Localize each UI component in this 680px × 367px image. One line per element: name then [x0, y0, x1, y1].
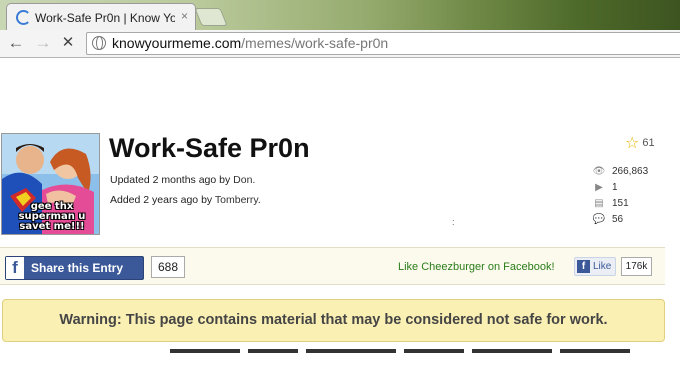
tab-close-icon[interactable]: × [181, 9, 188, 23]
url-path: /memes/work-safe-pr0n [241, 35, 389, 51]
entry-stats: 👁 266,863 ▶ 1 ▤ 151 💬 56 [592, 166, 649, 230]
entry-thumbnail[interactable]: gee thx superman u savet me!!! [1, 133, 100, 235]
new-tab-button[interactable] [194, 8, 228, 26]
address-bar[interactable]: knowyourmeme.com/memes/work-safe-pr0n [86, 32, 680, 55]
url-text[interactable]: knowyourmeme.com/memes/work-safe-pr0n [112, 35, 388, 51]
like-count: 176k [621, 257, 652, 276]
added-line: Added 2 years ago by Tomberry. [110, 194, 261, 206]
facebook-like-icon: f [577, 260, 590, 273]
globe-icon [92, 36, 106, 50]
stat-views: 👁 266,863 [592, 166, 649, 182]
images-icon: ▤ [594, 198, 604, 209]
stat-comments[interactable]: 💬 56 [592, 214, 648, 230]
cursor-mark: : [452, 217, 455, 227]
browser-toolbar: ← → ✕ knowyourmeme.com/memes/work-safe-p… [0, 30, 680, 58]
loading-spinner-icon [16, 10, 31, 25]
browser-tab[interactable]: Work-Safe Pr0n | Know You × [6, 3, 196, 31]
added-by-link[interactable]: Tomberry. [215, 194, 261, 206]
favorite-count: 61 [642, 137, 655, 149]
back-button[interactable]: ← [6, 32, 26, 54]
updated-by-link[interactable]: Don. [233, 174, 255, 186]
forward-button[interactable]: → [33, 32, 53, 54]
comments-icon: 💬 [592, 214, 606, 225]
share-count: 688 [151, 256, 185, 278]
tab-strip: Work-Safe Pr0n | Know You × [0, 0, 680, 31]
facebook-share-button[interactable]: f Share this Entry [5, 256, 144, 280]
like-label: Like [593, 261, 612, 272]
favorite-button[interactable]: ☆ 61 [625, 133, 655, 153]
facebook-icon: f [6, 257, 24, 279]
updated-label: Updated 2 months ago by [110, 174, 234, 186]
views-icon: 👁 [592, 166, 606, 177]
like-cheezburger-link[interactable]: Like Cheezburger on Facebook! [398, 261, 555, 273]
stop-button[interactable]: ✕ [58, 32, 78, 54]
url-host: knowyourmeme.com [112, 35, 242, 51]
added-label: Added 2 years ago by [110, 194, 215, 206]
nsfw-warning: Warning: This page contains material tha… [2, 299, 665, 342]
star-icon: ☆ [625, 135, 640, 152]
content-preview-strip [170, 349, 680, 353]
stat-videos[interactable]: ▶ 1 [592, 182, 648, 198]
facebook-like-button[interactable]: f Like [574, 257, 616, 276]
share-bar: f Share this Entry 688 Like Cheezburger o… [0, 247, 665, 285]
share-label: Share this Entry [31, 261, 124, 275]
updated-line: Updated 2 months ago by Don. [110, 174, 255, 186]
videos-count: 1 [612, 182, 618, 193]
stat-images[interactable]: ▤ 151 [592, 198, 648, 214]
thumbnail-caption: gee thx superman u savet me!!! [18, 201, 86, 232]
images-count: 151 [612, 198, 629, 209]
page-title: Work-Safe Pr0n [109, 133, 310, 163]
views-count: 266,863 [612, 166, 649, 177]
comments-count: 56 [612, 214, 624, 225]
video-icon: ▶ [595, 182, 603, 193]
tab-title: Work-Safe Pr0n | Know You [35, 11, 175, 25]
